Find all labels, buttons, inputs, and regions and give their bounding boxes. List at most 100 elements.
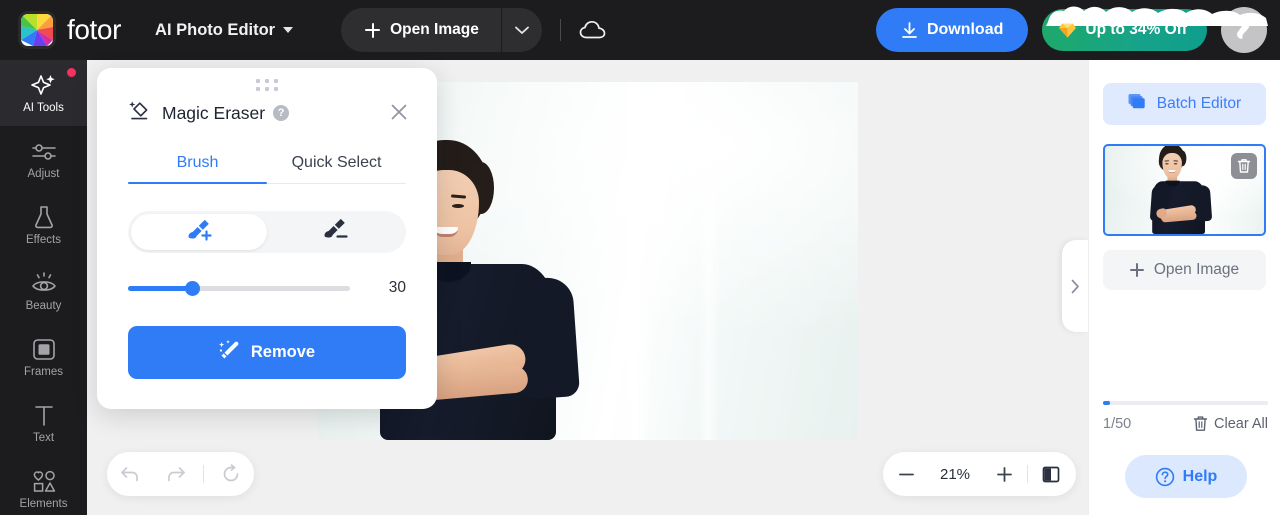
clear-all-button[interactable]: Clear All [1193,415,1268,432]
sidebar-item-label: Adjust [27,168,60,180]
photo-highlight [698,82,720,440]
sidebar-item-label: Frames [24,366,63,378]
plus-icon [1129,263,1144,277]
magic-eraser-icon [128,99,151,127]
reset-button[interactable] [212,455,250,493]
sidebar-item-label: Text [32,432,55,444]
tab-brush[interactable]: Brush [128,145,267,184]
thumbnail-scrollbar[interactable] [1103,401,1268,405]
scrollbar-thumb[interactable] [1103,401,1110,405]
trash-icon [1193,416,1208,431]
panel-footer: 1/50 Clear All [1103,415,1268,432]
sparkles-icon [30,72,57,97]
image-thumbnail[interactable] [1103,144,1266,236]
compare-button[interactable] [1028,452,1074,496]
sidebar-item-beauty[interactable]: Beauty [0,258,87,324]
right-panel: Batch Editor Open Image 1/50 Clear All H… [1088,60,1280,515]
undo-arrow-icon [121,467,138,482]
remove-button[interactable]: Remove [128,326,406,379]
open-image-label: Open Image [390,21,479,38]
promo-button[interactable]: Up to 34% Off [1042,6,1269,51]
gem-icon [1059,23,1077,38]
open-image-button[interactable]: Open Image [341,8,501,52]
chevron-right-icon [1071,279,1079,293]
zoom-level[interactable]: 21% [929,466,981,483]
help-button[interactable]: Help [1125,455,1247,498]
undo-button[interactable] [111,455,149,493]
brush-mode-toggle [128,211,406,253]
sidebar-item-label: AI Tools [23,102,64,114]
brush-size-value: 30 [388,279,406,296]
reset-circle-icon [223,464,239,482]
brush-add-icon [186,219,212,246]
thumbnail-subject [1150,146,1213,234]
download-label: Download [926,21,1004,38]
brush-size-slider[interactable] [128,280,350,296]
brand-logo[interactable]: fotor [18,11,121,49]
tab-active-indicator [128,181,267,184]
photo-highlight [618,82,652,440]
cloud-button[interactable] [579,20,607,40]
text-t-icon [33,402,55,427]
right-panel-collapse-handle[interactable] [1062,240,1088,332]
open-image-dropdown-button[interactable] [502,8,542,52]
download-button[interactable]: Download [875,8,1029,52]
brush-erase-button[interactable] [267,214,403,250]
brand-name: fotor [67,14,122,45]
zoom-toolbar: 21% [883,452,1076,496]
plus-icon [365,22,381,38]
magic-eraser-panel: Magic Eraser ? Brush Quick Select 30 Rem… [97,68,437,409]
open-image-panel-label: Open Image [1153,261,1240,278]
delete-thumbnail-button[interactable] [1231,153,1257,179]
notification-dot [67,68,76,77]
sidebar-item-adjust[interactable]: Adjust [0,126,87,192]
chevron-down-icon [514,26,529,34]
remove-button-label: Remove [250,343,316,361]
slider-fill [128,285,193,291]
help-label: Help [1182,467,1218,485]
avatar[interactable] [1221,7,1267,53]
clear-all-label: Clear All [1214,415,1268,432]
layers-stack-icon [1128,93,1147,115]
history-toolbar [107,452,254,496]
bird-avatar-icon [1237,20,1253,39]
sidebar-item-label: Elements [19,498,68,510]
cloud-icon [579,20,606,39]
zoom-in-button[interactable] [981,452,1027,496]
batch-editor-label: Batch Editor [1156,95,1242,112]
sidebar-item-label: Beauty [25,300,62,312]
zoom-out-button[interactable] [883,452,929,496]
help-tooltip-icon[interactable]: ? [273,105,290,121]
magic-wand-icon [218,339,240,366]
sliders-icon [31,138,57,163]
shapes-icon [31,468,57,493]
open-image-group: Open Image [341,8,542,52]
chevron-down-icon [283,27,294,33]
tab-quick-select[interactable]: Quick Select [267,145,406,184]
panel-tabs: Brush Quick Select [128,145,406,184]
image-count: 1/50 [1103,415,1132,432]
brush-add-button[interactable] [131,214,267,250]
redo-button[interactable] [157,455,195,493]
slider-thumb[interactable] [184,280,200,296]
brush-erase-icon [322,218,348,246]
app-switcher-label: AI Photo Editor [155,20,276,39]
app-switcher[interactable]: AI Photo Editor [155,20,294,40]
question-circle-icon [1155,467,1174,486]
sidebar-item-ai-tools[interactable]: AI Tools [0,60,87,126]
panel-header: Magic Eraser ? [128,87,407,139]
sidebar-item-frames[interactable]: Frames [0,324,87,390]
left-sidebar: AI Tools Adjust Effects Beauty Frames Te… [0,60,87,515]
batch-editor-button[interactable]: Batch Editor [1103,83,1266,125]
trash-icon [1237,159,1251,173]
divider [559,19,561,41]
sidebar-item-effects[interactable]: Effects [0,192,87,258]
redo-arrow-icon [168,467,185,482]
open-image-button-panel[interactable]: Open Image [1103,250,1266,290]
sidebar-item-label: Effects [26,234,61,246]
close-icon[interactable] [386,99,412,125]
promo-label: Up to 34% Off [1085,21,1187,38]
sidebar-item-text[interactable]: Text [0,390,87,456]
sidebar-item-elements[interactable]: Elements [0,456,87,515]
compare-split-icon [1042,466,1060,482]
